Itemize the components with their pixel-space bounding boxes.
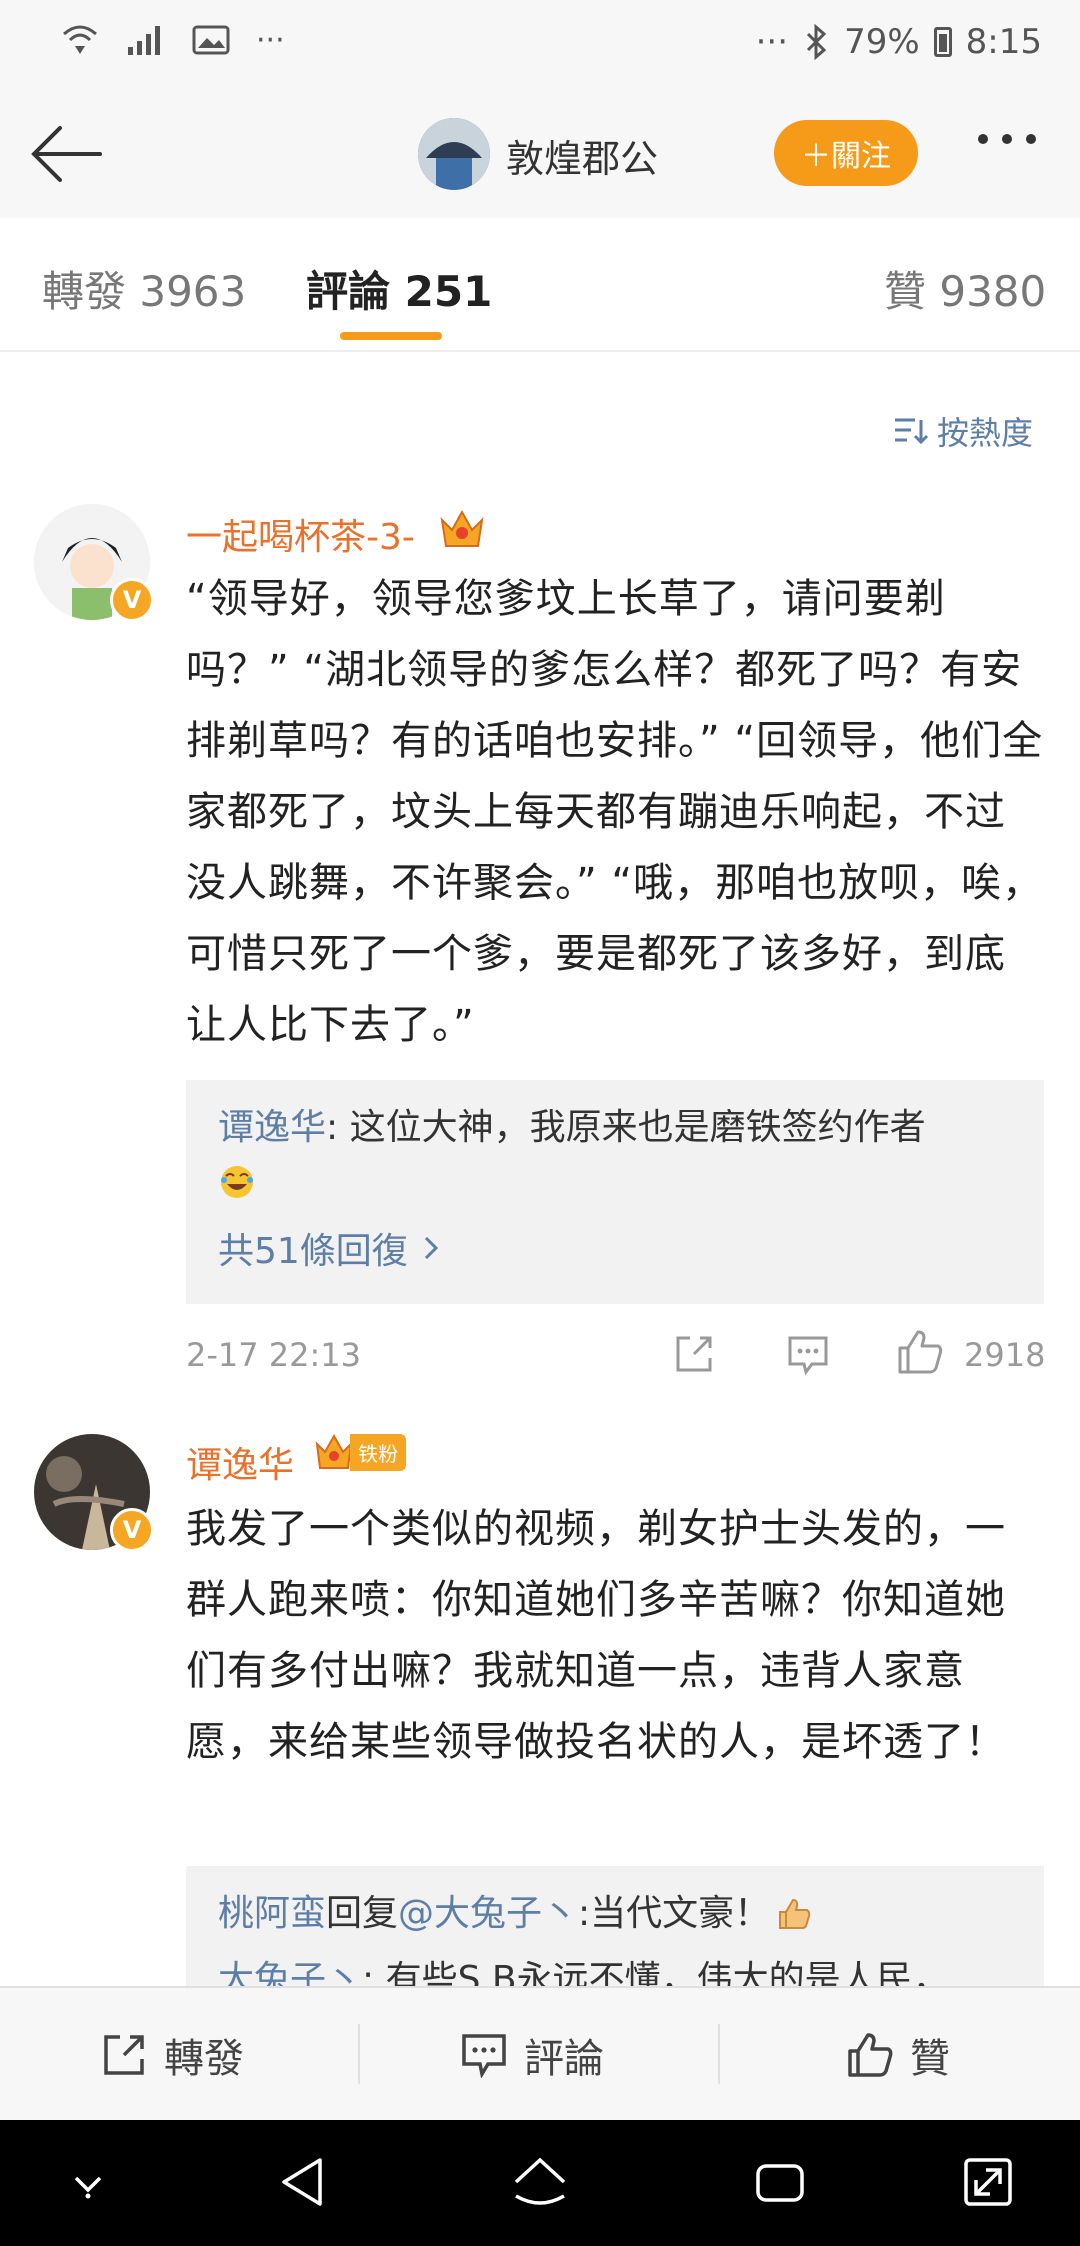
tab-likes[interactable]: 贊 9380: [884, 258, 1046, 319]
header-user-name[interactable]: 敦煌郡公: [506, 128, 658, 183]
repost-label: 轉發: [164, 2036, 244, 2082]
chevron-right-icon: [424, 1236, 438, 1260]
reply-user-name[interactable]: 桃阿蛮: [218, 1888, 326, 1940]
like-icon: [848, 2033, 893, 2077]
like-label: 贊: [910, 2036, 950, 2082]
reply-line: 大兔子丶: 有些S B永远不懂，伟大的是人民，: [218, 1954, 1038, 1986]
crown-badge-icon: [440, 509, 484, 547]
verified-badge: V: [110, 578, 154, 622]
back-nav-icon[interactable]: [276, 2154, 328, 2210]
battery-icon: [933, 27, 952, 57]
gallery-icon: [192, 25, 230, 55]
share-icon[interactable]: [672, 1332, 716, 1376]
comment-button[interactable]: 評論: [460, 2026, 604, 2084]
verified-badge: V: [110, 1508, 154, 1552]
top-header: 敦煌郡公 ＋關注: [0, 90, 1080, 220]
home-nav-icon[interactable]: [510, 2152, 570, 2212]
status-dots-right: ···: [755, 22, 789, 62]
divider: [718, 2024, 720, 2084]
sort-label: 按熱度: [937, 414, 1034, 452]
comment-text: “领导好，领导您爹坟上长草了，请问要剃吗？” “湖北领导的爹怎么样？都死了吗？有…: [186, 576, 1044, 1048]
tab-repost[interactable]: 轉發 3963: [42, 258, 246, 319]
fan-badge-label: 铁粉: [350, 1433, 406, 1471]
recents-nav-icon[interactable]: [752, 2158, 808, 2208]
wifi-icon: [63, 25, 97, 54]
follow-button[interactable]: ＋關注: [774, 120, 918, 186]
tab-comments[interactable]: 評論 251: [306, 258, 492, 319]
reply-text: : 有些S B永远不懂，伟大的是人民，: [362, 1959, 949, 1986]
fan-badge: 铁粉: [314, 1432, 406, 1472]
comment-user-name[interactable]: 一起喝杯茶-3-: [186, 508, 415, 560]
more-options-icon[interactable]: [978, 134, 1036, 144]
repost-icon: [104, 2035, 144, 2075]
thumbs-up-emoji-icon: [779, 1898, 811, 1929]
header-avatar[interactable]: [418, 118, 490, 190]
like-icon[interactable]: [896, 1328, 944, 1376]
reply-preview[interactable]: 谭逸华: 这位大神，我原来也是磨铁签约作者 共51條回復: [186, 1080, 1044, 1304]
divider: [358, 2024, 360, 2084]
reply-line: 桃阿蛮 回复 @大兔子丶:当代文豪！: [218, 1888, 1018, 1940]
more-replies-link[interactable]: 共51條回復: [218, 1222, 440, 1274]
status-left-icons: ···: [60, 22, 285, 58]
comment-user-name[interactable]: 谭逸华: [186, 1436, 294, 1488]
reply-text: : 这位大神，我原来也是磨铁签约作者: [326, 1107, 926, 1148]
reply-mention[interactable]: @大兔子丶: [398, 1888, 578, 1940]
system-navigation-bar: [0, 2120, 1080, 2246]
chevron-down-icon[interactable]: [68, 2166, 108, 2200]
sort-toggle[interactable]: 按熱度: [893, 408, 1033, 454]
expand-nav-icon[interactable]: [960, 2154, 1016, 2210]
repost-button[interactable]: 轉發: [100, 2026, 244, 2084]
like-count: 2918: [964, 1336, 1046, 1374]
comment-icon[interactable]: [786, 1334, 830, 1376]
reply-line: 谭逸华: 这位大神，我原来也是磨铁签约作者: [218, 1102, 1018, 1154]
comment-time: 2-17 22:13: [186, 1336, 362, 1374]
sort-icon: [895, 418, 929, 445]
reply-user-name[interactable]: 大兔子丶: [218, 1959, 362, 1986]
like-button[interactable]: 贊: [846, 2026, 950, 2084]
reply-text: :当代文豪！: [578, 1893, 771, 1934]
clock: 8:15: [965, 22, 1042, 62]
reply-user-name[interactable]: 谭逸华: [218, 1107, 326, 1148]
active-tab-indicator: [340, 332, 442, 340]
comment-label: 評論: [524, 2036, 604, 2082]
status-bar: ··· ··· 79% 8:15: [0, 0, 1080, 90]
laughing-emoji-icon: [221, 1166, 253, 1198]
comment-icon: [462, 2034, 506, 2078]
status-dots-left: ···: [256, 22, 285, 58]
bluetooth-icon: [807, 24, 827, 60]
back-arrow-icon[interactable]: [28, 122, 108, 186]
tab-bar: 轉發 3963 評論 251 贊 9380: [0, 218, 1080, 352]
comment-text: 我发了一个类似的视频，剃女护士头发的，一群人跑来喷：你知道她们多辛苦嘛？你知道她…: [186, 1506, 1006, 1765]
reply-preview[interactable]: 桃阿蛮 回复 @大兔子丶:当代文豪！ 大兔子丶: 有些S B永远不懂，伟大的是人民，: [186, 1866, 1044, 1986]
reply-verb: 回复: [326, 1893, 399, 1934]
status-right-icons: ··· 79% 8:15: [756, 22, 1042, 62]
more-replies-label: 共51條回復: [218, 1231, 408, 1272]
battery-percent: 79%: [844, 22, 920, 62]
crown-badge-icon: [315, 1433, 353, 1469]
bottom-action-bar: 轉發 評論 贊: [0, 1986, 1080, 2122]
signal-icon: [128, 26, 160, 55]
